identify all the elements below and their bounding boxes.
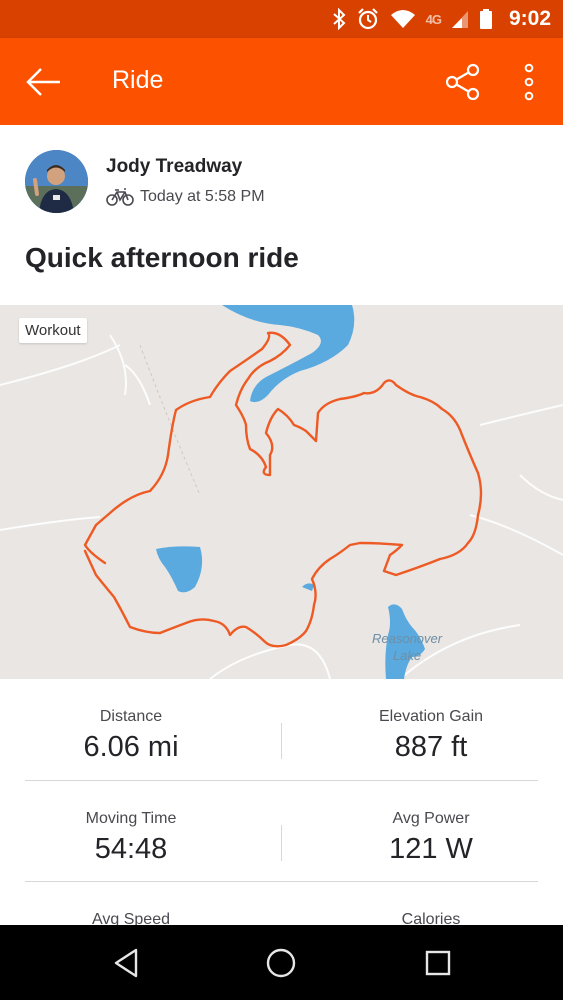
lake-label-line2: Lake [392, 648, 422, 663]
activity-stats: Distance 6.06 mi Elevation Gain 887 ft M… [0, 679, 563, 925]
more-options-button[interactable] [518, 62, 540, 102]
stat-label: Distance [99, 708, 163, 725]
battery-icon [479, 9, 492, 29]
status-icons: 4G 9:02 [332, 0, 551, 38]
stat-row: Avg Speed Calories [25, 881, 538, 925]
stat-elevation: Elevation Gain 887 ft [281, 679, 563, 779]
stat-label: Avg Speed [92, 911, 170, 925]
stat-label: Calories [401, 911, 461, 925]
stat-moving-time: Moving Time 54:48 [0, 781, 262, 881]
page-title: Ride [112, 66, 164, 94]
stat-value: 887 ft [394, 731, 468, 763]
athlete-name[interactable]: Jody Treadway [106, 156, 242, 178]
stat-distance: Distance 6.06 mi [0, 679, 262, 779]
lake-label-line1: Reasonover [372, 631, 443, 646]
stat-row: Moving Time 54:48 Avg Power 121 W [25, 780, 538, 881]
lake-label: Reasonover Lake [372, 630, 442, 664]
bicycle-icon [106, 188, 134, 206]
nav-recents-icon [425, 950, 451, 976]
signal-icon [451, 11, 468, 28]
workout-badge: Workout [19, 318, 87, 343]
back-arrow-icon [26, 68, 60, 96]
activity-header: Jody Treadway Today at 5:58 PM Quick aft… [0, 125, 563, 305]
stat-value: 54:48 [94, 833, 168, 865]
nav-home-button[interactable] [263, 945, 299, 981]
alarm-icon [357, 8, 378, 30]
activity-title: Quick afternoon ride [25, 242, 299, 273]
wifi-icon [390, 10, 415, 28]
share-button[interactable] [444, 62, 482, 102]
status-bar: 4G 9:02 [0, 0, 563, 38]
avatar[interactable] [25, 150, 88, 213]
network-type: 4G [425, 11, 442, 27]
activity-time: Today at 5:58 PM [140, 188, 265, 205]
activity-meta: Today at 5:58 PM [106, 188, 265, 206]
stat-row: Distance 6.06 mi Elevation Gain 887 ft [25, 679, 538, 780]
more-vert-icon [524, 63, 534, 101]
bluetooth-icon [332, 8, 346, 30]
stat-label: Elevation Gain [378, 708, 484, 725]
nav-back-icon [114, 948, 138, 978]
stat-value: 121 W [389, 833, 473, 865]
status-time: 9:02 [508, 7, 551, 30]
stat-value: 6.06 mi [83, 731, 179, 763]
nav-recents-button[interactable] [420, 945, 456, 981]
nav-home-icon [266, 948, 296, 978]
stat-label: Avg Power [392, 810, 470, 827]
route-map[interactable]: Workout Reasonover Lake [0, 305, 563, 679]
system-nav-bar [0, 925, 563, 1000]
avatar-photo [25, 150, 88, 213]
map-canvas [0, 305, 563, 679]
stat-avg-speed: Avg Speed [0, 882, 262, 925]
nav-back-button[interactable] [108, 945, 144, 981]
stat-label: Moving Time [85, 810, 177, 827]
stat-calories: Calories [281, 882, 563, 925]
stat-avg-power: Avg Power 121 W [281, 781, 563, 881]
lake-middle [156, 546, 203, 593]
share-icon [445, 63, 480, 101]
app-bar: Ride [0, 38, 563, 125]
back-button[interactable] [24, 64, 64, 100]
